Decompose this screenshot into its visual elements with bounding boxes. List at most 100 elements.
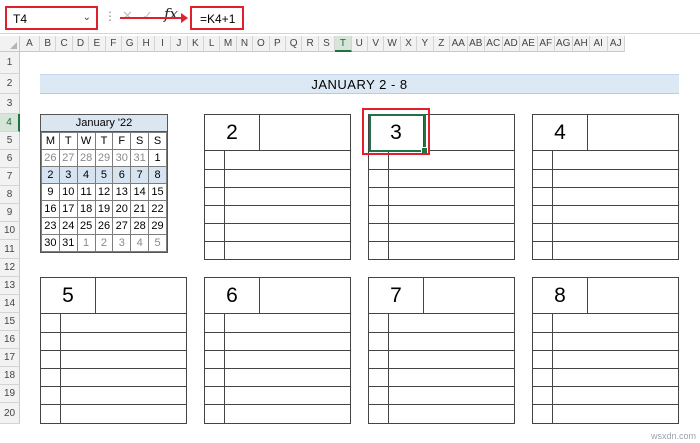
column-header-v[interactable]: V bbox=[368, 36, 385, 52]
calendar-day[interactable]: 23 bbox=[41, 217, 60, 235]
row-header-1[interactable]: 1 bbox=[0, 52, 20, 74]
calendar-day[interactable]: 31 bbox=[58, 234, 78, 252]
calendar-day[interactable]: 22 bbox=[148, 200, 167, 218]
calendar-day[interactable]: 1 bbox=[76, 234, 96, 252]
column-header-w[interactable]: W bbox=[384, 36, 401, 52]
row-header-17[interactable]: 17 bbox=[0, 349, 20, 367]
calendar-day[interactable]: 3 bbox=[58, 166, 78, 184]
column-header-h[interactable]: H bbox=[138, 36, 155, 52]
calendar-day[interactable]: 6 bbox=[112, 166, 132, 184]
column-header-ab[interactable]: AB bbox=[467, 36, 485, 52]
enter-icon[interactable]: ✓ bbox=[142, 8, 153, 24]
row-header-14[interactable]: 14 bbox=[0, 295, 20, 313]
column-header-af[interactable]: AF bbox=[537, 36, 555, 52]
row-header-13[interactable]: 13 bbox=[0, 277, 20, 295]
calendar-day[interactable]: 13 bbox=[112, 183, 132, 201]
row-header-9[interactable]: 9 bbox=[0, 204, 20, 222]
row-header-20[interactable]: 20 bbox=[0, 403, 20, 424]
column-header-r[interactable]: R bbox=[302, 36, 319, 52]
day-box[interactable]: 6 bbox=[204, 277, 351, 424]
column-header-d[interactable]: D bbox=[72, 36, 90, 52]
calendar-day[interactable]: 5 bbox=[94, 166, 114, 184]
calendar-day[interactable]: 27 bbox=[112, 217, 132, 235]
select-all-button[interactable] bbox=[0, 36, 20, 52]
calendar-day[interactable]: 16 bbox=[41, 200, 60, 218]
column-header-f[interactable]: F bbox=[105, 36, 122, 52]
column-header-g[interactable]: G bbox=[122, 36, 139, 52]
row-header-6[interactable]: 6 bbox=[0, 150, 20, 168]
row-header-18[interactable]: 18 bbox=[0, 367, 20, 385]
row-header-19[interactable]: 19 bbox=[0, 385, 20, 403]
row-header-8[interactable]: 8 bbox=[0, 186, 20, 204]
calendar-day[interactable]: 7 bbox=[130, 166, 150, 184]
column-header-l[interactable]: L bbox=[204, 36, 221, 52]
calendar-day[interactable]: 15 bbox=[148, 183, 167, 201]
column-header-b[interactable]: B bbox=[40, 36, 57, 52]
calendar-day[interactable]: 5 bbox=[148, 234, 167, 252]
calendar-day[interactable]: 4 bbox=[76, 166, 96, 184]
calendar-day[interactable]: 26 bbox=[41, 149, 60, 167]
column-header-e[interactable]: E bbox=[89, 36, 106, 52]
column-header-u[interactable]: U bbox=[351, 36, 368, 52]
day-box[interactable]: 5 bbox=[40, 277, 187, 424]
calendar-day[interactable]: 20 bbox=[112, 200, 132, 218]
column-header-i[interactable]: I bbox=[154, 36, 172, 52]
name-box[interactable]: T4 ⌄ bbox=[5, 6, 98, 30]
column-header-k[interactable]: K bbox=[187, 36, 204, 52]
column-header-aa[interactable]: AA bbox=[450, 36, 468, 52]
calendar-day[interactable]: 2 bbox=[94, 234, 114, 252]
calendar-day[interactable]: 2 bbox=[41, 166, 60, 184]
column-header-ag[interactable]: AG bbox=[555, 36, 573, 52]
calendar-day[interactable]: 28 bbox=[130, 217, 150, 235]
day-box[interactable]: 7 bbox=[368, 277, 515, 424]
calendar-day[interactable]: 14 bbox=[130, 183, 150, 201]
calendar-day[interactable]: 1 bbox=[148, 149, 167, 167]
row-header-15[interactable]: 15 bbox=[0, 313, 20, 331]
calendar-day[interactable]: 30 bbox=[41, 234, 60, 252]
day-box[interactable]: 4 bbox=[532, 114, 679, 260]
calendar-day[interactable]: 12 bbox=[94, 183, 114, 201]
calendar-day[interactable]: 30 bbox=[112, 149, 132, 167]
column-header-t[interactable]: T bbox=[335, 36, 352, 52]
column-header-a[interactable]: A bbox=[20, 36, 40, 52]
column-header-c[interactable]: C bbox=[56, 36, 73, 52]
calendar-day[interactable]: 27 bbox=[58, 149, 78, 167]
calendar-day[interactable]: 31 bbox=[130, 149, 150, 167]
more-options-icon[interactable]: ⋮ bbox=[104, 9, 116, 23]
column-header-x[interactable]: X bbox=[400, 36, 418, 52]
row-header-10[interactable]: 10 bbox=[0, 222, 20, 240]
row-header-4[interactable]: 4 bbox=[0, 114, 20, 132]
calendar-day[interactable]: 4 bbox=[130, 234, 150, 252]
calendar-day[interactable]: 17 bbox=[58, 200, 78, 218]
column-header-ai[interactable]: AI bbox=[590, 36, 608, 52]
row-header-11[interactable]: 11 bbox=[0, 240, 20, 259]
calendar-day[interactable]: 18 bbox=[76, 200, 96, 218]
calendar-day[interactable]: 10 bbox=[58, 183, 78, 201]
chevron-down-icon[interactable]: ⌄ bbox=[83, 12, 91, 23]
calendar-day[interactable]: 9 bbox=[41, 183, 60, 201]
calendar-day[interactable]: 26 bbox=[94, 217, 114, 235]
row-header-7[interactable]: 7 bbox=[0, 168, 20, 186]
row-header-5[interactable]: 5 bbox=[0, 132, 20, 150]
column-header-q[interactable]: Q bbox=[286, 36, 303, 52]
row-header-12[interactable]: 12 bbox=[0, 259, 20, 277]
column-header-m[interactable]: M bbox=[220, 36, 237, 52]
calendar-day[interactable]: 19 bbox=[94, 200, 114, 218]
column-header-p[interactable]: P bbox=[269, 36, 286, 52]
column-header-n[interactable]: N bbox=[236, 36, 254, 52]
day-box[interactable]: 8 bbox=[532, 277, 679, 424]
column-header-ah[interactable]: AH bbox=[572, 36, 590, 52]
calendar-day[interactable]: 25 bbox=[76, 217, 96, 235]
column-header-s[interactable]: S bbox=[318, 36, 336, 52]
calendar-day[interactable]: 29 bbox=[148, 217, 167, 235]
column-header-y[interactable]: Y bbox=[417, 36, 434, 52]
day-box[interactable]: 2 bbox=[204, 114, 351, 260]
column-header-ae[interactable]: AE bbox=[520, 36, 538, 52]
row-header-3[interactable]: 3 bbox=[0, 94, 20, 114]
calendar-day[interactable]: 11 bbox=[76, 183, 96, 201]
column-header-aj[interactable]: AJ bbox=[607, 36, 625, 52]
row-header-2[interactable]: 2 bbox=[0, 74, 20, 94]
column-header-z[interactable]: Z bbox=[433, 36, 450, 52]
column-header-o[interactable]: O bbox=[253, 36, 270, 52]
column-header-ac[interactable]: AC bbox=[485, 36, 503, 52]
